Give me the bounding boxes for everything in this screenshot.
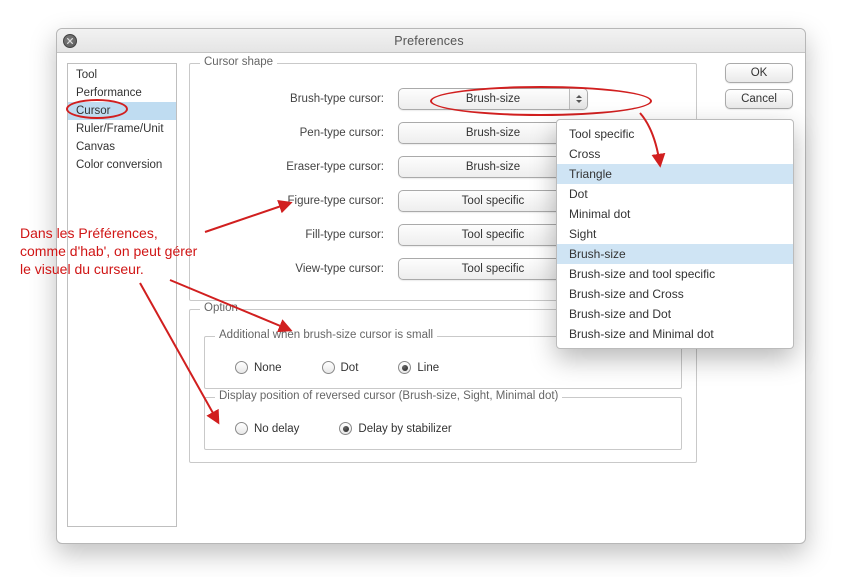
eraser-type-value: Brush-size	[466, 161, 520, 173]
sidebar-item-color-conversion[interactable]: Color conversion	[68, 156, 176, 174]
radio-icon	[322, 361, 335, 374]
dropdown-item[interactable]: Triangle	[557, 164, 793, 184]
pen-type-value: Brush-size	[466, 127, 520, 139]
brush-type-combo[interactable]: Brush-size	[398, 88, 588, 110]
brush-type-value: Brush-size	[466, 93, 520, 105]
additional-none-label: None	[254, 362, 282, 374]
dropdown-item[interactable]: Brush-size and tool specific	[557, 264, 793, 284]
additional-dot-radio[interactable]: Dot	[322, 361, 359, 374]
radio-icon	[339, 422, 352, 435]
dropdown-item[interactable]: Cross	[557, 144, 793, 164]
sidebar-item-performance[interactable]: Performance	[68, 84, 176, 102]
sidebar-item-tool[interactable]: Tool	[68, 66, 176, 84]
ok-button[interactable]: OK	[725, 63, 793, 83]
additional-legend: Additional when brush-size cursor is sma…	[215, 329, 437, 341]
radio-icon	[235, 422, 248, 435]
display-pos-legend: Display position of reversed cursor (Bru…	[215, 390, 562, 402]
dropdown-item[interactable]: Brush-size and Cross	[557, 284, 793, 304]
figure-type-value: Tool specific	[462, 195, 525, 207]
titlebar: Preferences	[57, 29, 805, 53]
additional-none-radio[interactable]: None	[235, 361, 282, 374]
category-sidebar: Tool Performance Cursor Ruler/Frame/Unit…	[67, 63, 177, 527]
window-title: Preferences	[59, 34, 799, 48]
additional-dot-label: Dot	[341, 362, 359, 374]
view-type-value: Tool specific	[462, 263, 525, 275]
cancel-button[interactable]: Cancel	[725, 89, 793, 109]
sidebar-item-ruler[interactable]: Ruler/Frame/Unit	[68, 120, 176, 138]
dropdown-item[interactable]: Minimal dot	[557, 204, 793, 224]
annotation-text: Dans les Préférences, comme d'hab', on p…	[20, 225, 220, 279]
additional-line-label: Line	[417, 362, 439, 374]
radio-icon	[398, 361, 411, 374]
display-stabilizer-label: Delay by stabilizer	[358, 423, 451, 435]
fill-type-label: Fill-type cursor:	[204, 229, 384, 241]
radio-icon	[235, 361, 248, 374]
dropdown-item[interactable]: Brush-size and Minimal dot	[557, 324, 793, 344]
dropdown-item[interactable]: Brush-size and Dot	[557, 304, 793, 324]
dropdown-item[interactable]: Tool specific	[557, 124, 793, 144]
fill-type-value: Tool specific	[462, 229, 525, 241]
option-legend: Option	[200, 302, 242, 314]
cursor-type-dropdown-popup[interactable]: Tool specific Cross Triangle Dot Minimal…	[556, 119, 794, 349]
view-type-label: View-type cursor:	[204, 263, 384, 275]
dropdown-item[interactable]: Brush-size	[557, 244, 793, 264]
display-stabilizer-radio[interactable]: Delay by stabilizer	[339, 422, 451, 435]
display-nodelay-label: No delay	[254, 423, 299, 435]
stepper-icon	[569, 89, 587, 109]
sidebar-item-cursor[interactable]: Cursor	[68, 102, 176, 120]
eraser-type-label: Eraser-type cursor:	[204, 161, 384, 173]
dropdown-item[interactable]: Dot	[557, 184, 793, 204]
sidebar-item-canvas[interactable]: Canvas	[68, 138, 176, 156]
cursor-shape-legend: Cursor shape	[200, 56, 277, 68]
display-nodelay-radio[interactable]: No delay	[235, 422, 299, 435]
display-pos-group: Display position of reversed cursor (Bru…	[204, 397, 682, 450]
dropdown-item[interactable]: Sight	[557, 224, 793, 244]
figure-type-label: Figure-type cursor:	[204, 195, 384, 207]
brush-type-label: Brush-type cursor:	[204, 93, 384, 105]
additional-line-radio[interactable]: Line	[398, 361, 439, 374]
pen-type-label: Pen-type cursor:	[204, 127, 384, 139]
